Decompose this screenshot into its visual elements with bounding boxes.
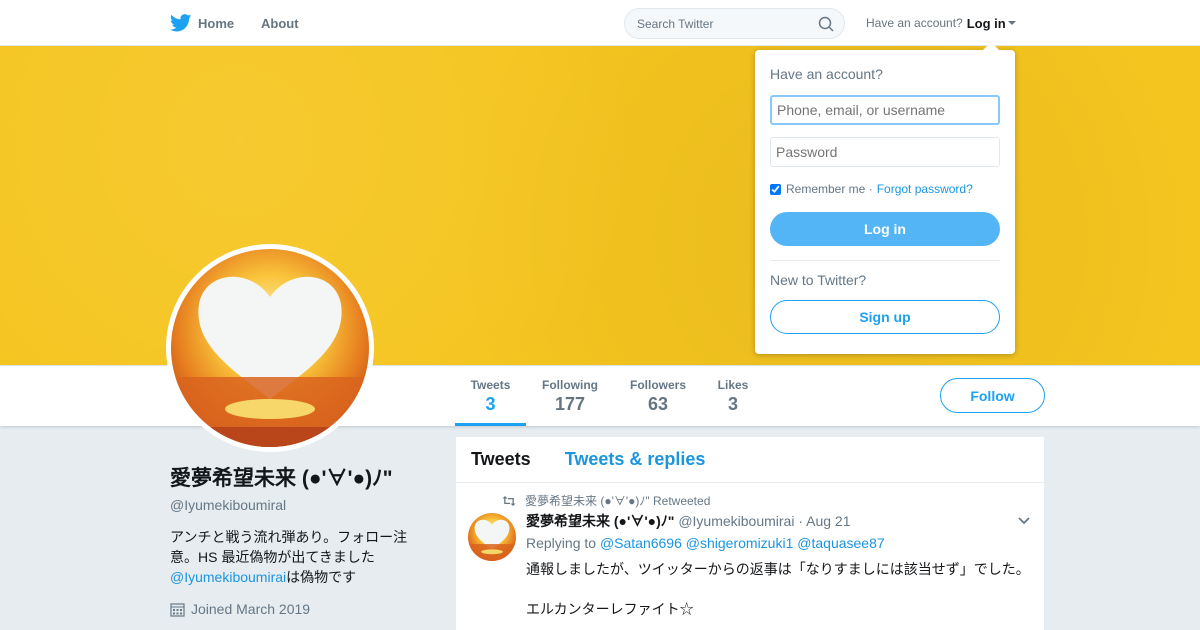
nav-home-label: Home [198,15,235,31]
stat-label: Following [542,378,598,392]
tweet-date[interactable]: · Aug 21 [798,513,850,529]
bio-text: アンチと戦う流れ弾あり。フォロー注意。HS 最近偽物が出てきました [170,529,408,565]
timeline: Tweets Tweets & replies 愛夢希望未来 (●'∀'●)ﾉ"… [456,437,1044,630]
bio-mention-link[interactable]: @Iyumekiboumirai [170,569,286,585]
replying-to: Replying to @Satan6696 @shigeromizuki1 @… [526,535,885,551]
stat-followers[interactable]: Followers 63 [623,366,693,426]
profile-card: 愛夢希望未来 (●'∀'●)ﾉ" @Iyumekiboumiral アンチと戦う… [170,462,430,617]
mention-link[interactable]: @taquasee87 [797,535,884,551]
nav-about[interactable]: About [261,0,299,46]
nav-about-label: About [261,15,299,31]
login-title: Have an account? [770,66,883,82]
tweet-avatar[interactable] [468,513,516,561]
tweet-avatar-image [468,513,516,561]
stat-value: 3 [485,394,496,414]
new-to-twitter-text: New to Twitter? [770,272,867,288]
retweet-context: 愛夢希望未来 (●'∀'●)ﾉ" Retweeted [502,492,710,509]
account-login-toggle[interactable]: Have an account? Log in [866,0,1016,46]
timeline-tabs: Tweets Tweets & replies [456,437,1044,483]
replying-to-label: Replying to [526,535,597,551]
stat-label: Likes [717,378,749,392]
tweet-text: 通報しましたが、ツイッターからの返事は「なりすましには該当せず」でした。 エルカ… [526,561,1030,617]
login-link[interactable]: Log in [967,16,1006,31]
profile-bio: アンチと戦う流れ弾あり。フォロー注意。HS 最近偽物が出てきました @Iyume… [170,527,430,587]
forgot-password-link[interactable]: Forgot password? [877,182,973,196]
search-placeholder: Search Twitter [637,16,714,31]
stat-tweets[interactable]: Tweets 3 [455,366,526,426]
divider [770,260,1000,261]
remember-row: Remember me · Forgot password? [770,182,973,196]
stat-label: Followers [629,378,686,392]
search-icon[interactable] [818,16,834,32]
joined-date: Joined March 2019 [170,601,430,617]
tab-tweets[interactable]: Tweets [471,449,531,470]
calendar-icon [170,602,185,617]
nav-home[interactable]: Home [170,0,234,46]
login-dropdown: Have an account? Remember me · Forgot pa… [755,42,1015,354]
top-navigation-bar: Home About Search Twitter Have an accoun… [0,0,1200,46]
joined-text: Joined March 2019 [191,601,311,617]
login-button[interactable]: Log in [770,212,1000,246]
have-account-text: Have an account? [866,16,963,30]
stat-following[interactable]: Following 177 [535,366,605,426]
retweeted-by-text: 愛夢希望未来 (●'∀'●)ﾉ" Retweeted [525,494,711,508]
tweet-author-name[interactable]: 愛夢希望未来 (●'∀'●)ﾉ" [526,513,674,529]
stat-label: Tweets [470,378,511,392]
tweet-header: 愛夢希望未来 (●'∀'●)ﾉ" @Iyumekiboumirai · Aug … [526,511,851,531]
chevron-down-icon[interactable] [1018,517,1030,525]
profile-display-name[interactable]: 愛夢希望未来 (●'∀'●)ﾉ" [170,462,430,492]
password-field[interactable] [770,137,1000,167]
stat-value: 63 [647,394,669,414]
remember-me-label[interactable]: Remember me [786,182,865,196]
tab-tweets-and-replies[interactable]: Tweets & replies [565,449,706,470]
caret-down-icon [1007,21,1016,25]
twitter-bird-icon [170,14,192,32]
signup-button[interactable]: Sign up [770,300,1000,334]
avatar-image [171,249,369,447]
bio-suffix: は偽物です [286,569,357,585]
tweet-author-handle[interactable]: @Iyumekiboumirai [678,513,794,529]
stat-value: 177 [554,394,586,414]
retweet-icon [502,495,516,506]
profile-handle[interactable]: @Iyumekiboumiral [170,497,430,513]
avatar[interactable] [166,244,374,452]
separator-dot: · [865,182,873,196]
mention-link[interactable]: @Satan6696 [600,535,682,551]
stat-value: 3 [727,394,738,414]
mention-link[interactable]: @shigeromizuki1 [686,535,794,551]
follow-button[interactable]: Follow [940,378,1045,413]
remember-me-checkbox[interactable] [770,183,781,195]
username-field[interactable] [770,95,1000,125]
search-input[interactable]: Search Twitter [624,8,845,39]
stat-likes[interactable]: Likes 3 [710,366,756,426]
